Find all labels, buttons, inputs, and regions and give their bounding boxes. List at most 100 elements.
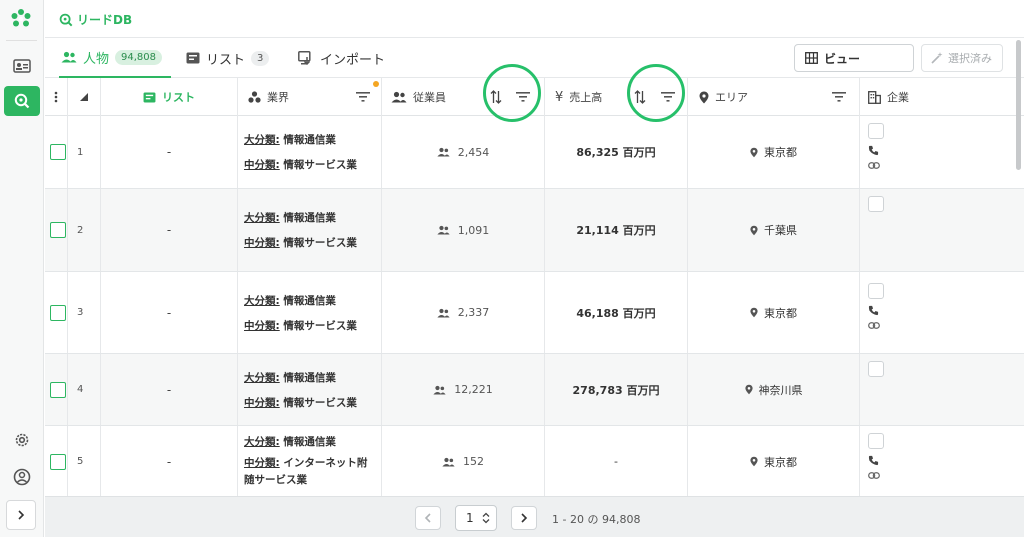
industry-major-value: 情報通信業: [283, 436, 336, 448]
company-logo-placeholder[interactable]: [868, 433, 884, 449]
column-header-company-label: 企業: [887, 91, 909, 104]
company-cell: [860, 116, 1024, 188]
people-icon: [433, 385, 446, 394]
view-button-label: ビュー: [824, 51, 861, 66]
column-menu-button[interactable]: [45, 78, 68, 116]
tabs-bar: 人物 94,808 リスト 3 インポート ビュー 選択済み: [45, 38, 1024, 78]
page-title-label: リードDB: [77, 13, 133, 27]
table-row[interactable]: 3 - 大分類: 情報通信業 中分類: 情報サービス業 2,337 46,188…: [45, 272, 1024, 354]
industry-cell: 大分類: 情報通信業 中分類: 情報サービス業: [238, 116, 382, 188]
people-icon: [437, 308, 450, 317]
employees-cell: 12,221: [382, 354, 545, 425]
row-checkbox[interactable]: [50, 381, 66, 398]
industry-minor-key[interactable]: 中分類:: [244, 320, 280, 332]
phone-icon[interactable]: [868, 455, 879, 466]
row-checkbox[interactable]: [50, 453, 66, 470]
employees-cell: 152: [382, 426, 545, 496]
column-header-area[interactable]: エリア: [688, 78, 860, 116]
rail-contacts-button[interactable]: [4, 51, 40, 81]
gear-icon: [15, 433, 29, 447]
filter-icon[interactable]: [832, 92, 846, 102]
industry-minor-key[interactable]: 中分類:: [244, 237, 280, 249]
industry-major-key[interactable]: 大分類:: [244, 295, 280, 307]
industry-major-key[interactable]: 大分類:: [244, 372, 280, 384]
tab-import[interactable]: インポート: [298, 38, 385, 78]
industry-minor-key[interactable]: 中分類:: [244, 457, 280, 469]
vertical-scrollbar[interactable]: [1016, 40, 1021, 170]
view-button[interactable]: ビュー: [794, 44, 914, 72]
import-icon: [298, 51, 311, 65]
rail-settings-button[interactable]: [4, 425, 40, 455]
company-cell: [860, 354, 1024, 425]
annotation-circle-sales-sort: [627, 64, 685, 122]
employees-value: 152: [463, 455, 484, 468]
column-header-company[interactable]: 企業: [860, 78, 1024, 116]
phone-icon[interactable]: [868, 305, 879, 316]
lead-search-icon: [59, 13, 73, 26]
page-select[interactable]: 1: [455, 505, 497, 531]
column-header-sales-label: 売上高: [569, 91, 603, 104]
left-rail: [0, 0, 44, 537]
industry-minor-key[interactable]: 中分類:: [244, 159, 280, 171]
annotation-circle-employees-sort: [483, 64, 541, 122]
rail-lead-db-button[interactable]: [4, 86, 40, 116]
column-header-list[interactable]: リスト: [101, 78, 238, 116]
filter-icon[interactable]: [356, 92, 370, 102]
row-select-cell: [45, 189, 68, 271]
chevron-left-icon: [424, 513, 431, 523]
link-icon[interactable]: [868, 322, 880, 329]
column-header-employees-label: 従業員: [413, 91, 446, 104]
row-number-sort[interactable]: [68, 78, 101, 116]
employees-value: 1,091: [457, 223, 490, 237]
company-logo-placeholder[interactable]: [868, 123, 884, 139]
column-header-industry-label: 業界: [267, 91, 289, 104]
magic-wand-icon: [931, 52, 943, 64]
link-icon[interactable]: [868, 472, 880, 479]
people-icon: [61, 51, 77, 63]
company-logo-placeholder[interactable]: [868, 196, 884, 212]
table-row[interactable]: 4 - 大分類: 情報通信業 中分類: 情報サービス業 12,221 278,7…: [45, 354, 1024, 426]
column-header-list-label: リスト: [162, 91, 195, 104]
list-value: -: [166, 145, 172, 159]
top-bar: リードDB: [45, 0, 1024, 38]
employees-cell: 2,337: [382, 272, 545, 353]
expand-sidebar-button[interactable]: [6, 500, 36, 530]
selected-button[interactable]: 選択済み: [921, 44, 1003, 72]
row-checkbox[interactable]: [50, 222, 66, 238]
rail-account-button[interactable]: [4, 462, 40, 492]
industry-minor: 中分類: 情報サービス業: [244, 157, 357, 172]
industry-minor-key[interactable]: 中分類:: [244, 397, 280, 409]
row-checkbox[interactable]: [50, 144, 66, 160]
yen-icon: ¥: [555, 89, 564, 105]
table-row[interactable]: 5 - 大分類: 情報通信業 中分類: インターネット附随サービス業 152 -…: [45, 426, 1024, 496]
company-logo-placeholder[interactable]: [868, 361, 884, 377]
phone-icon[interactable]: [868, 145, 879, 156]
column-header-industry[interactable]: 業界: [238, 78, 382, 116]
prev-page-button[interactable]: [415, 506, 441, 530]
account-circle-icon: [13, 468, 31, 486]
industry-major-key[interactable]: 大分類:: [244, 436, 280, 448]
tab-lists-label: リスト: [206, 52, 246, 68]
sales-cell: 46,188 百万円: [545, 272, 688, 353]
industry-major-value: 情報通信業: [283, 134, 336, 146]
tab-people[interactable]: 人物 94,808: [59, 38, 171, 78]
industry-major: 大分類: 情報通信業: [244, 132, 336, 147]
tab-people-count: 94,808: [115, 49, 163, 65]
next-page-button[interactable]: [511, 506, 537, 530]
link-icon[interactable]: [868, 162, 880, 169]
row-checkbox[interactable]: [50, 304, 66, 321]
app-root: リードDB 人物 94,808 リスト 3 インポート ビュー 選択済み リスト…: [0, 0, 1024, 537]
people-icon: [391, 91, 407, 103]
table-row[interactable]: 1 - 大分類: 情報通信業 中分類: 情報サービス業 2,454 86,325…: [45, 116, 1024, 189]
location-pin-icon: [750, 147, 758, 157]
table-row[interactable]: 2 - 大分類: 情報通信業 中分類: 情報サービス業 1,091 21,114…: [45, 189, 1024, 272]
company-cell: [860, 272, 1024, 353]
list-icon: [186, 52, 200, 64]
industry-major-key[interactable]: 大分類:: [244, 212, 280, 224]
sales-cell: 86,325 百万円: [545, 116, 688, 188]
sales-cell: -: [545, 426, 688, 496]
company-logo-placeholder[interactable]: [868, 283, 884, 299]
industry-major-key[interactable]: 大分類:: [244, 134, 280, 146]
tab-lists[interactable]: リスト 3: [186, 38, 270, 78]
row-number: 4: [77, 384, 84, 395]
